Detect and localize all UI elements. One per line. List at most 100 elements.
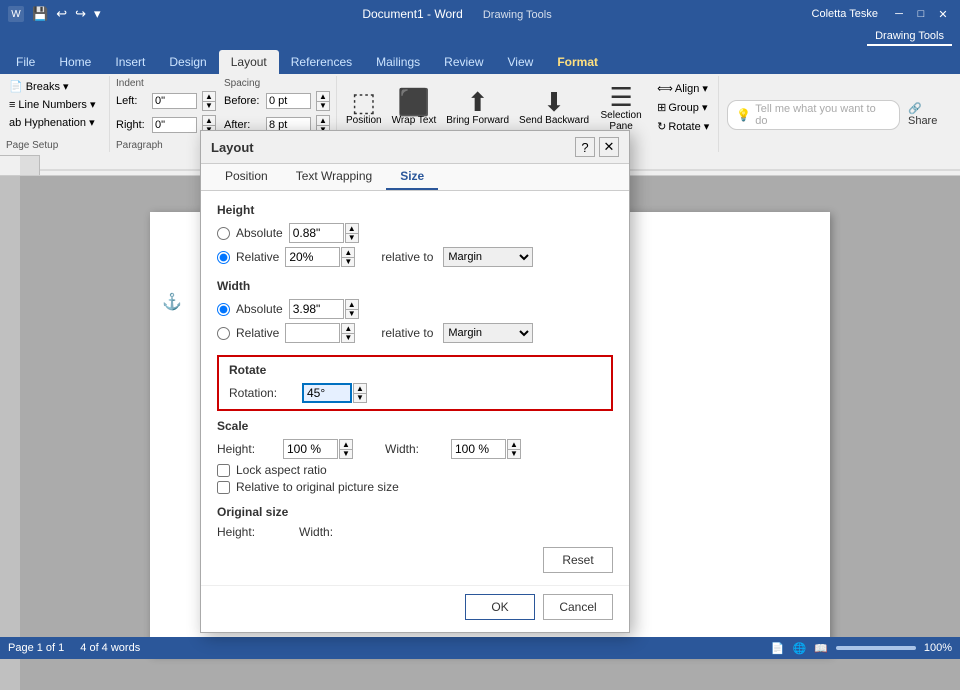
word-count: 4 of 4 words <box>80 642 140 654</box>
spacing-after-up[interactable]: ▲ <box>316 115 330 125</box>
width-absolute-input[interactable] <box>289 299 344 319</box>
anchor-icon: ⚓ <box>162 292 182 312</box>
scale-height-label: Height: <box>217 442 267 456</box>
tab-file[interactable]: File <box>4 50 47 74</box>
indent-left-down[interactable]: ▼ <box>202 101 216 111</box>
tab-design[interactable]: Design <box>157 50 218 74</box>
width-relative-to-select[interactable]: Margin Page <box>443 323 533 343</box>
minimize-button[interactable]: ─ <box>890 5 908 23</box>
height-absolute-label: Absolute <box>236 226 283 240</box>
undo-button[interactable]: ↩ <box>54 6 69 22</box>
breaks-button[interactable]: 📄 Breaks ▾ <box>6 78 72 95</box>
height-abs-up[interactable]: ▲ <box>345 223 359 233</box>
hyphenation-button[interactable]: ab Hyphenation ▾ <box>6 114 98 131</box>
width-section-title: Width <box>217 279 613 293</box>
height-absolute-radio[interactable] <box>217 227 230 240</box>
close-button[interactable]: ✕ <box>934 5 952 23</box>
width-rel-down[interactable]: ▼ <box>341 333 355 343</box>
view-print-icon[interactable]: 📄 <box>771 642 785 655</box>
scale-width-input[interactable] <box>451 439 506 459</box>
rotation-input[interactable] <box>302 383 352 403</box>
reset-button[interactable]: Reset <box>543 547 613 573</box>
scale-height-input[interactable] <box>283 439 338 459</box>
relative-original-checkbox[interactable] <box>217 481 230 494</box>
zoom-slider[interactable] <box>836 646 916 650</box>
tab-references[interactable]: References <box>279 50 364 74</box>
align-button[interactable]: ⟺ Align ▾ <box>654 80 712 97</box>
height-relative-input[interactable] <box>285 247 340 267</box>
save-button[interactable]: 💾 <box>30 6 50 22</box>
view-web-icon[interactable]: 🌐 <box>792 642 806 655</box>
ribbon-tabs: File Home Insert Design Layout Reference… <box>0 46 960 74</box>
height-relative-to-label: relative to <box>381 250 433 264</box>
tab-mailings[interactable]: Mailings <box>364 50 432 74</box>
redo-button[interactable]: ↪ <box>73 6 88 22</box>
dialog-tab-text-wrapping[interactable]: Text Wrapping <box>282 164 386 190</box>
customize-button[interactable]: ▾ <box>92 6 103 22</box>
height-relative-radio[interactable] <box>217 251 230 264</box>
dialog-title: Layout <box>211 140 254 155</box>
rotation-row: Rotation: ▲ ▼ <box>229 383 601 403</box>
scale-width-down[interactable]: ▼ <box>507 449 521 459</box>
indent-right-input[interactable] <box>152 117 197 133</box>
dialog-title-bar: Layout ? ✕ <box>201 131 629 164</box>
width-relative-input[interactable] <box>285 323 340 343</box>
original-height-group: Height: <box>217 525 259 539</box>
indent-left-up[interactable]: ▲ <box>202 91 216 101</box>
width-absolute-radio[interactable] <box>217 303 230 316</box>
height-absolute-input[interactable] <box>289 223 344 243</box>
maximize-button[interactable]: □ <box>912 5 930 23</box>
page-setup-group-label: Page Setup <box>6 137 58 151</box>
selection-pane-button[interactable]: ☰ Selection Pane <box>596 82 646 134</box>
indent-left-input[interactable] <box>152 93 197 109</box>
original-width-label: Width: <box>299 525 333 539</box>
width-relative-to-label: relative to <box>381 326 433 340</box>
spacing-before-up[interactable]: ▲ <box>316 91 330 101</box>
wrap-text-button[interactable]: ⬛ Wrap Text <box>389 87 440 128</box>
group-button[interactable]: ⊞ Group ▾ <box>654 99 712 116</box>
tab-format[interactable]: Format <box>545 50 610 74</box>
width-relative-radio[interactable] <box>217 327 230 340</box>
tab-review[interactable]: Review <box>432 50 495 74</box>
share-button[interactable]: 🔗 Share <box>908 102 952 127</box>
scale-width-label: Width: <box>385 442 435 456</box>
height-relative-to-select[interactable]: Margin Page <box>443 247 533 267</box>
spacing-before-down[interactable]: ▼ <box>316 101 330 111</box>
dialog-tab-size[interactable]: Size <box>386 164 438 190</box>
lock-aspect-checkbox[interactable] <box>217 464 230 477</box>
scale-width-up[interactable]: ▲ <box>507 439 521 449</box>
tab-home[interactable]: Home <box>47 50 103 74</box>
spacing-before-input[interactable] <box>266 93 311 109</box>
tab-insert[interactable]: Insert <box>103 50 157 74</box>
tell-me-input-wrapper[interactable]: 💡 Tell me what you want to do <box>727 100 900 130</box>
scale-height-down[interactable]: ▼ <box>339 449 353 459</box>
width-abs-up[interactable]: ▲ <box>345 299 359 309</box>
width-abs-down[interactable]: ▼ <box>345 309 359 319</box>
dialog-help-button[interactable]: ? <box>575 137 595 157</box>
height-abs-down[interactable]: ▼ <box>345 233 359 243</box>
height-rel-up[interactable]: ▲ <box>341 247 355 257</box>
height-rel-down[interactable]: ▼ <box>341 257 355 267</box>
dialog-close-button[interactable]: ✕ <box>599 137 619 157</box>
position-button[interactable]: ⬚ Position <box>343 87 385 128</box>
scale-height-up[interactable]: ▲ <box>339 439 353 449</box>
line-numbers-button[interactable]: ≡ Line Numbers ▾ <box>6 96 98 113</box>
relative-original-label: Relative to original picture size <box>236 480 399 494</box>
rotation-down[interactable]: ▼ <box>353 393 367 403</box>
cancel-button[interactable]: Cancel <box>543 594 613 620</box>
tab-view[interactable]: View <box>496 50 546 74</box>
lock-aspect-row: Lock aspect ratio <box>217 463 613 477</box>
view-read-icon[interactable]: 📖 <box>814 642 828 655</box>
rotate-button[interactable]: ↻ Rotate ▾ <box>654 118 712 135</box>
indent-right-up[interactable]: ▲ <box>202 115 216 125</box>
ok-button[interactable]: OK <box>465 594 535 620</box>
width-rel-up[interactable]: ▲ <box>341 323 355 333</box>
scale-row: Height: ▲ ▼ Width: ▲ ▼ <box>217 439 613 459</box>
bring-forward-button[interactable]: ⬆ Bring Forward <box>443 87 512 128</box>
send-backward-button[interactable]: ⬇ Send Backward <box>516 87 592 128</box>
width-absolute-label: Absolute <box>236 302 283 316</box>
original-height-label: Height: <box>217 525 255 539</box>
tab-layout[interactable]: Layout <box>219 50 279 74</box>
rotation-up[interactable]: ▲ <box>353 383 367 393</box>
dialog-tab-position[interactable]: Position <box>211 164 282 190</box>
